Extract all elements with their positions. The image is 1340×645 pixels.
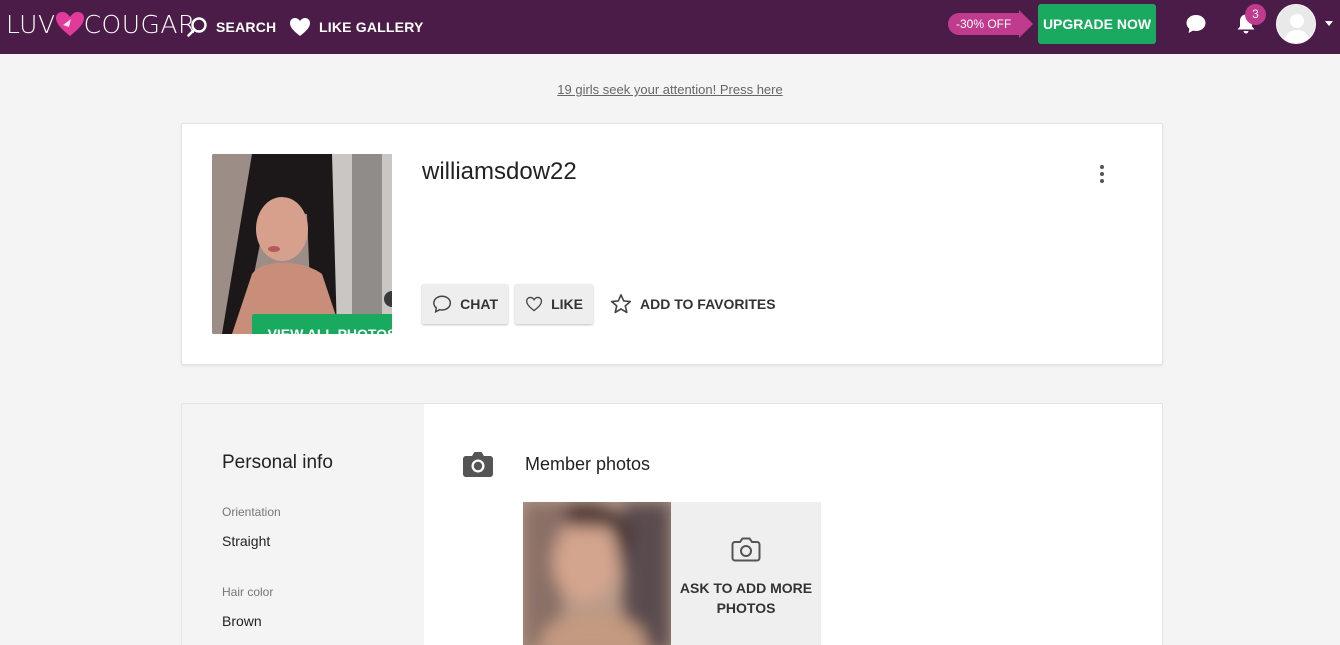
- site-logo[interactable]: LUV COUGAR: [6, 8, 196, 40]
- add-to-favorites-label: ADD TO FAVORITES: [640, 296, 776, 312]
- chat-bubble-icon[interactable]: [1184, 12, 1208, 36]
- profile-header-card: VIEW ALL PHOTOS williamsdow22 CHAT LIKE …: [181, 123, 1163, 365]
- user-avatar[interactable]: [1276, 4, 1316, 44]
- personal-info-title: Personal info: [222, 452, 333, 473]
- camera-outline-icon: [731, 537, 761, 562]
- attention-link[interactable]: 19 girls seek your attention! Press here: [0, 82, 1340, 97]
- dot: [1100, 165, 1104, 169]
- dot: [1100, 172, 1104, 176]
- personal-info-panel: Personal info Orientation Straight Hair …: [182, 404, 424, 645]
- nav-search-label: SEARCH: [216, 19, 277, 35]
- profile-details-card: Personal info Orientation Straight Hair …: [181, 403, 1163, 645]
- nav-like-gallery-label: LIKE GALLERY: [319, 19, 424, 35]
- logo-text-right: COUGAR: [83, 9, 196, 39]
- upgrade-now-button[interactable]: UPGRADE NOW: [1038, 4, 1156, 44]
- nav-search[interactable]: SEARCH: [186, 0, 276, 54]
- hair-color-value: Brown: [222, 613, 262, 629]
- chat-button[interactable]: CHAT: [422, 284, 508, 324]
- discount-badge: -30% OFF: [948, 13, 1022, 35]
- profile-username: williamsdow22: [422, 158, 577, 185]
- member-photos-title: Member photos: [525, 454, 651, 474]
- chat-bubble-outline-icon: [433, 295, 452, 314]
- add-to-favorites-button[interactable]: ADD TO FAVORITES: [610, 284, 776, 324]
- like-button-label: LIKE: [551, 296, 583, 312]
- chat-button-label: CHAT: [460, 296, 498, 312]
- more-vertical-icon[interactable]: [1092, 162, 1112, 186]
- star-outline-icon: [610, 294, 632, 314]
- view-all-photos-button[interactable]: VIEW ALL PHOTOS: [252, 314, 392, 334]
- user-avatar-icon: [1277, 5, 1315, 43]
- nav-like-gallery[interactable]: LIKE GALLERY: [289, 0, 424, 54]
- hair-color-label: Hair color: [222, 585, 274, 599]
- like-button[interactable]: LIKE: [515, 284, 593, 324]
- member-photo-thumbnail[interactable]: [523, 502, 671, 645]
- top-navigation-bar: LUV COUGAR SEARCH LIKE GALLERY -30% OFF …: [0, 0, 1340, 54]
- logo-heart-icon: [55, 12, 84, 36]
- heart-icon: [290, 18, 310, 36]
- orientation-label: Orientation: [222, 505, 281, 519]
- ask-more-photos-button[interactable]: ASK TO ADD MORE PHOTOS: [671, 502, 821, 645]
- logo-text-left: LUV: [6, 9, 56, 39]
- profile-photo[interactable]: VIEW ALL PHOTOS: [212, 154, 392, 334]
- chevron-down-icon[interactable]: [1325, 21, 1333, 26]
- ask-more-photos-label: ASK TO ADD MORE PHOTOS: [679, 580, 813, 616]
- member-photo-image: [523, 502, 671, 645]
- camera-icon: [463, 452, 493, 477]
- heart-outline-icon: [525, 296, 543, 312]
- orientation-value: Straight: [222, 533, 271, 549]
- search-icon: [187, 17, 207, 37]
- profile-photo-image: [212, 154, 392, 334]
- discount-promo[interactable]: -30% OFF: [948, 10, 1034, 38]
- dot: [1100, 179, 1104, 183]
- promo-arrow-icon: [1019, 10, 1034, 38]
- notification-count-badge: 3: [1245, 4, 1266, 25]
